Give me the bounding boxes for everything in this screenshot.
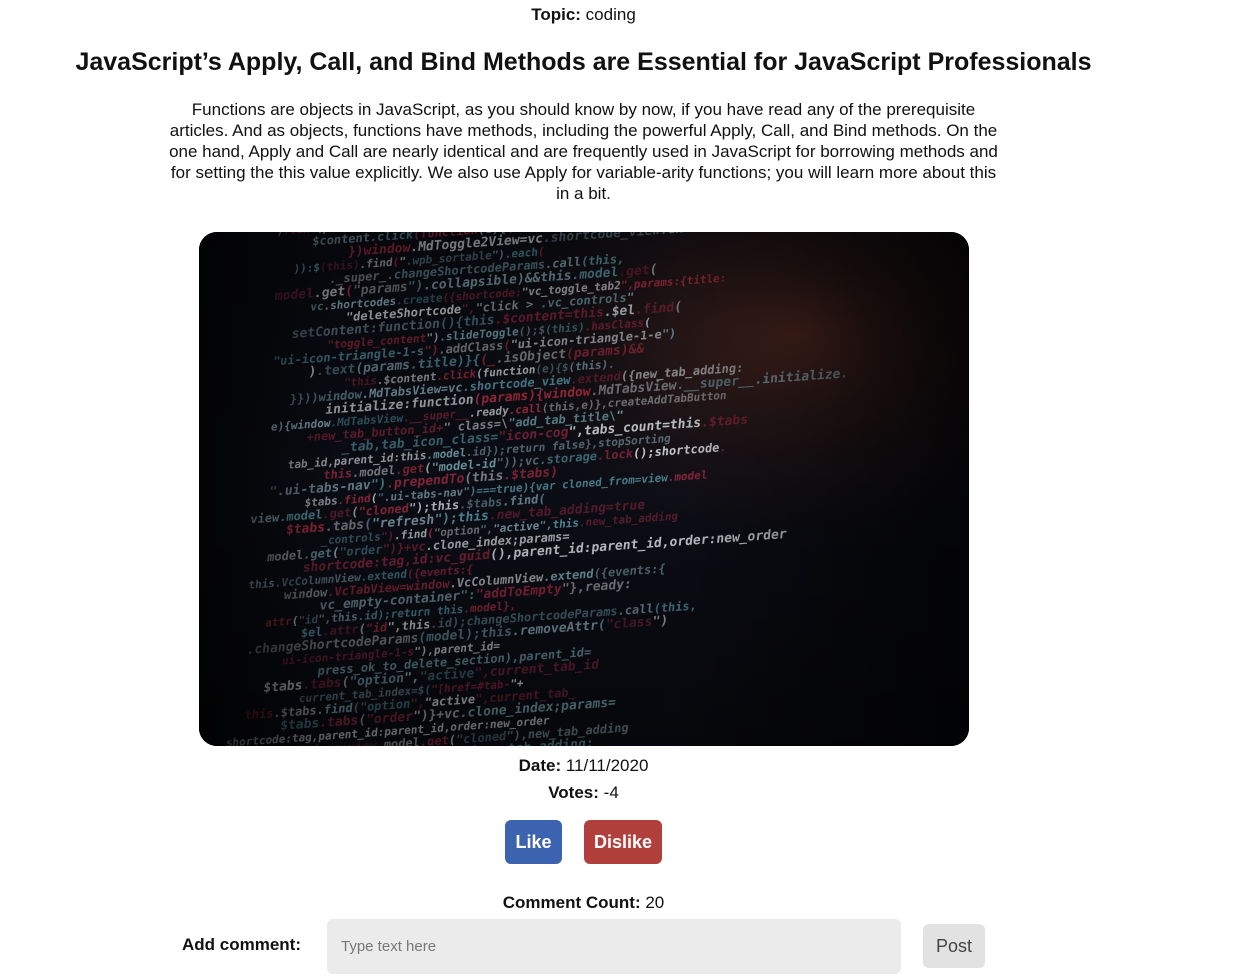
comment-count-value: 20 bbox=[645, 893, 665, 912]
date-value: 11/11/2020 bbox=[565, 756, 649, 775]
add-comment-form: Add comment: Post bbox=[182, 919, 987, 974]
dislike-button[interactable]: Dislike bbox=[584, 820, 662, 864]
comment-count-label: Comment Count: bbox=[502, 893, 641, 912]
votes-label: Votes: bbox=[548, 783, 599, 802]
comment-count: Comment Count: 20 bbox=[0, 893, 1167, 913]
article-summary: Functions are objects in JavaScript, as … bbox=[169, 100, 998, 203]
vote-buttons: Like Dislike bbox=[505, 820, 662, 864]
votes-value: -4 bbox=[603, 783, 619, 802]
article-votes: Votes: -4 bbox=[0, 783, 1167, 803]
like-button[interactable]: Like bbox=[505, 820, 562, 864]
article-title: JavaScript’s Apply, Call, and Bind Metho… bbox=[75, 48, 1092, 76]
article-image: ).text(params.title)}{(_.isObject(params… bbox=[199, 232, 969, 746]
comment-input[interactable] bbox=[327, 919, 901, 974]
add-comment-label: Add comment: bbox=[182, 935, 301, 954]
article-date: Date: 11/11/2020 bbox=[0, 756, 1167, 776]
post-comment-button[interactable]: Post bbox=[923, 924, 985, 968]
date-label: Date: bbox=[518, 756, 562, 775]
topic-label: Topic: bbox=[531, 5, 581, 24]
code-screen-illustration: ).text(params.title)}{(_.isObject(params… bbox=[199, 232, 969, 746]
article-page: Topic: coding JavaScript’s Apply, Call, … bbox=[0, 0, 1247, 976]
topic-value: coding bbox=[585, 5, 636, 24]
topic-line: Topic: coding bbox=[0, 5, 1167, 25]
